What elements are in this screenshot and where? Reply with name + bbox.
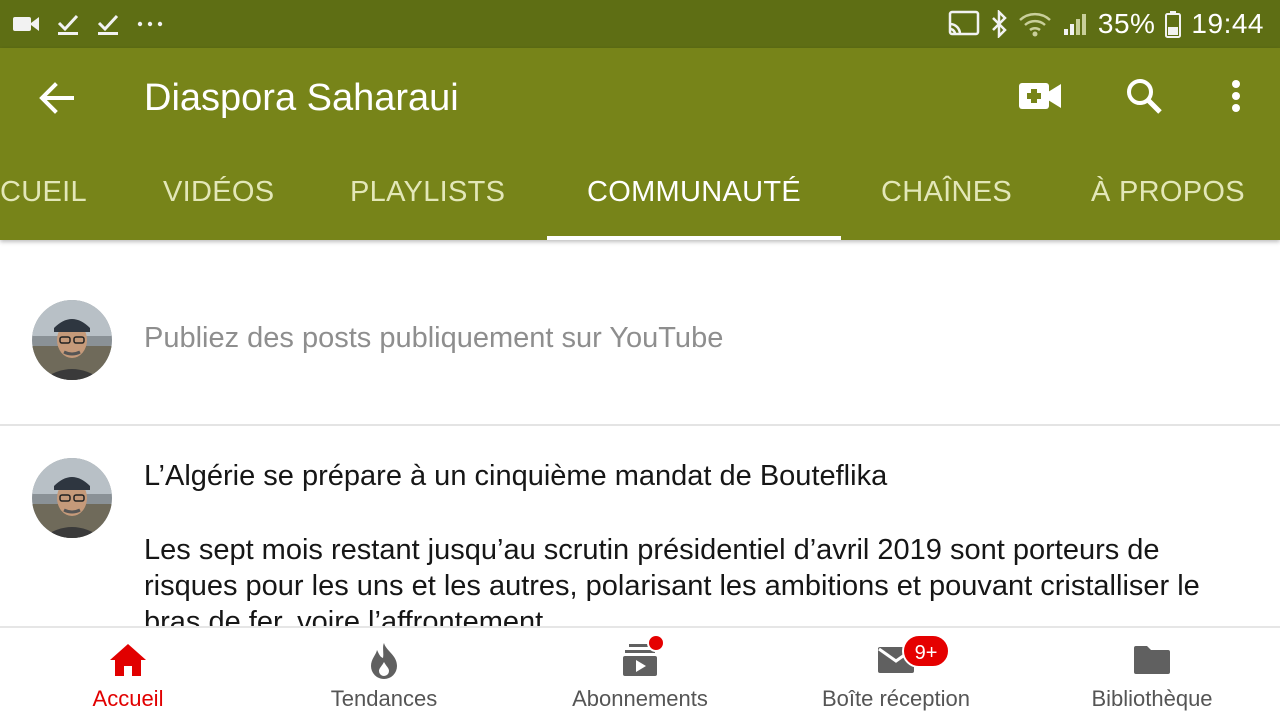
search-icon <box>1127 79 1162 114</box>
nav-label: Boîte réception <box>822 686 970 711</box>
bottom-navigation: Accueil Tendances Abonnements 9+ Boîte r… <box>0 626 1280 720</box>
nav-accueil[interactable]: Accueil <box>0 628 256 720</box>
nav-label: Bibliothèque <box>1091 686 1213 711</box>
flame-icon <box>360 640 408 680</box>
check-download-icon <box>57 14 79 35</box>
avatar <box>32 300 112 380</box>
active-tab-indicator <box>547 236 841 240</box>
post-body: Les sept mois restant jusqu’au scrutin p… <box>144 534 1200 626</box>
bluetooth-icon <box>991 10 1007 38</box>
channel-title: Diaspora Saharaui <box>144 77 459 119</box>
status-bar-right: 35% 19:44 <box>948 8 1264 40</box>
status-bar-left <box>12 10 164 38</box>
home-icon <box>104 640 152 680</box>
nav-label: Abonnements <box>572 686 708 711</box>
channel-app-bar: Diaspora Saharaui CUEIL VIDÉOS PLAYLISTS… <box>0 48 1280 240</box>
cast-icon <box>948 10 980 36</box>
nav-abonnements[interactable]: Abonnements <box>512 628 768 720</box>
back-button[interactable] <box>30 76 82 120</box>
new-content-dot <box>647 634 665 652</box>
compose-post-row[interactable]: Publiez des posts publiquement sur YouTu… <box>0 240 1280 426</box>
clock: 19:44 <box>1191 8 1264 39</box>
video-camera-icon <box>13 17 39 31</box>
tab-accueil[interactable]: CUEIL <box>0 144 87 240</box>
community-post[interactable]: L’Algérie se prépare à un cinquième mand… <box>0 428 1280 626</box>
search-button[interactable] <box>1120 72 1168 120</box>
check-download-icon <box>97 14 119 35</box>
more-vert-icon <box>1232 80 1240 112</box>
tab-a-propos[interactable]: À PROPOS <box>1091 144 1245 240</box>
compose-post-placeholder[interactable]: Publiez des posts publiquement sur YouTu… <box>144 322 723 355</box>
tab-videos[interactable]: VIDÉOS <box>163 144 274 240</box>
battery-percent: 35% <box>1097 8 1156 39</box>
status-bar: 35% 19:44 <box>0 0 1280 48</box>
battery-icon <box>1165 11 1182 38</box>
nav-label: Accueil <box>92 686 164 711</box>
avatar[interactable] <box>32 458 112 538</box>
nav-tendances[interactable]: Tendances <box>256 628 512 720</box>
tab-chaines[interactable]: CHAÎNES <box>881 144 1012 240</box>
folder-icon <box>1128 640 1176 680</box>
more-dots-icon <box>137 21 163 27</box>
tab-communaute[interactable]: COMMUNAUTÉ <box>587 144 801 240</box>
wifi-icon <box>1019 12 1051 37</box>
back-arrow-icon <box>39 82 74 114</box>
post-title: L’Algérie se prépare à un cinquième mand… <box>144 460 888 492</box>
video-add-icon <box>1019 83 1061 109</box>
upload-video-button[interactable] <box>1014 72 1066 120</box>
tab-playlists[interactable]: PLAYLISTS <box>350 144 505 240</box>
nav-label: Tendances <box>330 686 438 711</box>
nav-bibliotheque[interactable]: Bibliothèque <box>1024 628 1280 720</box>
channel-tabs: CUEIL VIDÉOS PLAYLISTS COMMUNAUTÉ CHAÎNE… <box>0 144 1280 240</box>
more-options-button[interactable] <box>1220 72 1252 120</box>
inbox-count-badge: 9+ <box>902 634 950 668</box>
nav-boite-reception[interactable]: 9+ Boîte réception <box>768 628 1024 720</box>
signal-icon <box>1063 14 1086 35</box>
